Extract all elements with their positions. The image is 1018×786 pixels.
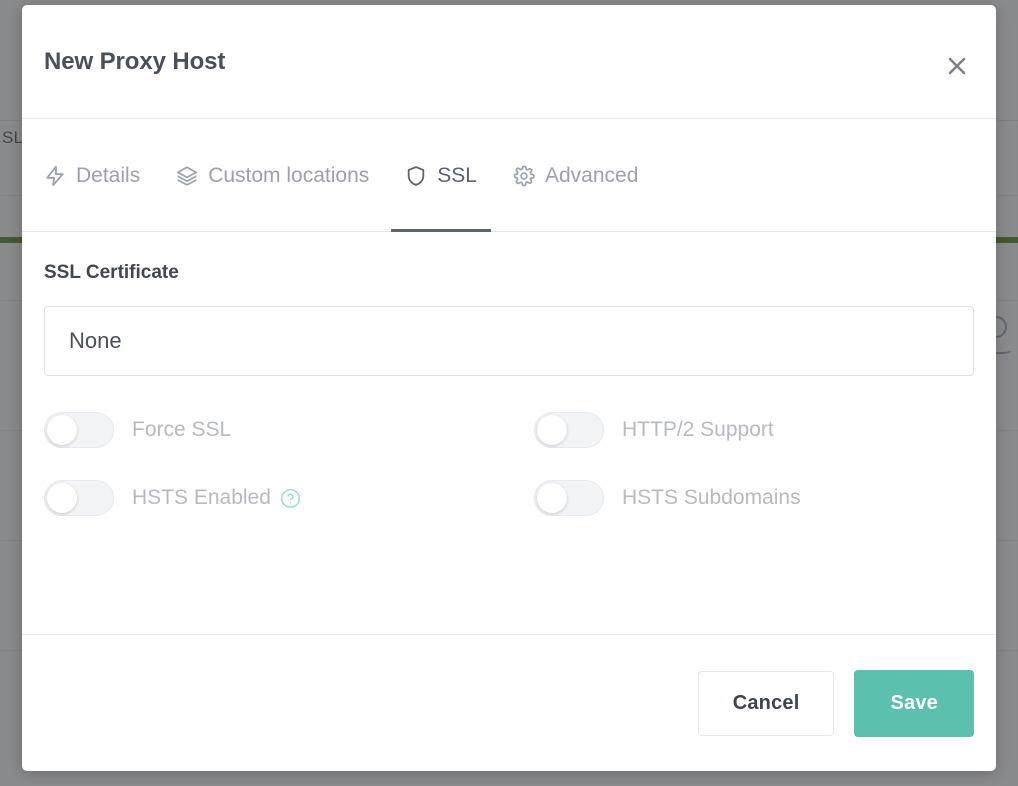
modal-tabs: Details Custom locations SSL	[22, 119, 996, 232]
http2-support-label-text: HTTP/2 Support	[622, 418, 774, 442]
gear-icon	[513, 165, 535, 187]
toggle-knob	[537, 483, 567, 513]
force-ssl-label-text: Force SSL	[132, 418, 231, 442]
tab-ssl[interactable]: SSL	[387, 119, 495, 232]
force-ssl-label: Force SSL	[132, 418, 231, 442]
new-proxy-host-modal: New Proxy Host Details	[22, 5, 996, 771]
hsts-enabled-label-text: HSTS Enabled	[132, 486, 271, 510]
ssl-certificate-label: SSL Certificate	[44, 262, 974, 284]
ssl-certificate-select[interactable]: None	[44, 306, 974, 376]
cancel-button[interactable]: Cancel	[698, 671, 835, 736]
ssl-certificate-value: None	[69, 328, 122, 354]
toggle-knob	[537, 415, 567, 445]
close-button[interactable]	[940, 49, 974, 83]
option-hsts-subdomains: HSTS Subdomains	[534, 480, 974, 516]
tab-advanced-label: Advanced	[545, 164, 638, 188]
ssl-panel: SSL Certificate None Force SSL HTTP	[22, 232, 996, 634]
page-title: New Proxy Host	[44, 48, 225, 76]
hsts-enabled-toggle[interactable]	[44, 480, 114, 516]
layers-icon	[176, 165, 198, 187]
http2-support-toggle[interactable]	[534, 412, 604, 448]
hsts-subdomains-toggle[interactable]	[534, 480, 604, 516]
force-ssl-toggle[interactable]	[44, 412, 114, 448]
option-force-ssl: Force SSL	[44, 412, 534, 448]
option-hsts-enabled: HSTS Enabled	[44, 480, 534, 516]
tab-details[interactable]: Details	[44, 119, 158, 232]
toggle-knob	[47, 415, 77, 445]
toggle-knob	[47, 483, 77, 513]
tab-ssl-label: SSL	[437, 164, 477, 188]
tab-custom-locations[interactable]: Custom locations	[158, 119, 387, 232]
bolt-icon	[44, 165, 66, 187]
help-circle-icon[interactable]	[280, 488, 301, 509]
tab-details-label: Details	[76, 164, 140, 188]
modal-header: New Proxy Host	[22, 5, 996, 119]
hsts-subdomains-label-text: HSTS Subdomains	[622, 486, 801, 510]
save-button[interactable]: Save	[854, 670, 974, 737]
close-icon	[944, 53, 970, 79]
http2-support-label: HTTP/2 Support	[622, 418, 774, 442]
ssl-options-grid: Force SSL HTTP/2 Support HSTS Enabled	[44, 412, 974, 516]
tab-custom-locations-label: Custom locations	[208, 164, 369, 188]
option-http2-support: HTTP/2 Support	[534, 412, 974, 448]
shield-icon	[405, 165, 427, 187]
hsts-enabled-label: HSTS Enabled	[132, 486, 301, 510]
hsts-subdomains-label: HSTS Subdomains	[622, 486, 801, 510]
modal-footer: Cancel Save	[22, 634, 996, 771]
tab-advanced[interactable]: Advanced	[495, 119, 656, 232]
